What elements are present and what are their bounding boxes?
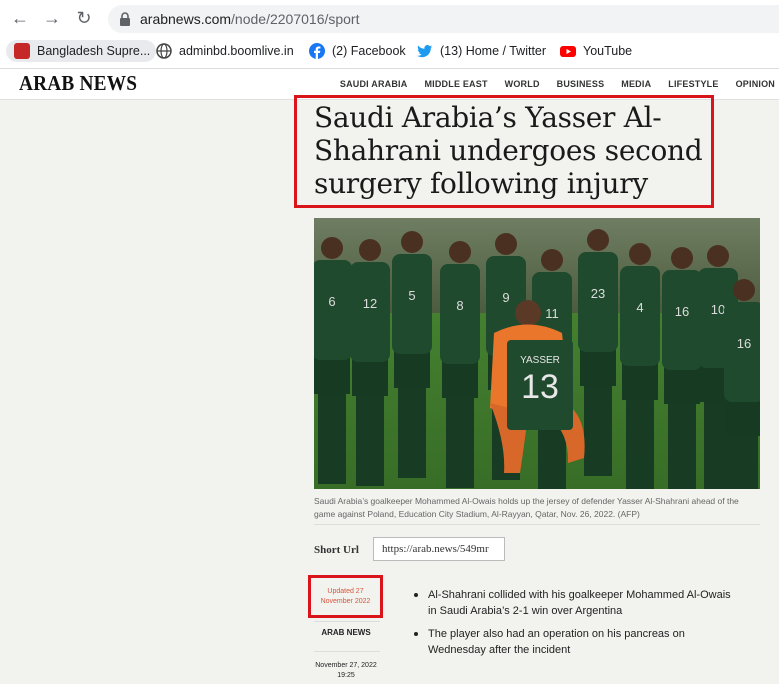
bookmark-label: (13) Home / Twitter	[440, 44, 547, 58]
player-number: 8	[456, 298, 463, 313]
bookmark-youtube[interactable]: YouTube	[560, 40, 632, 62]
back-arrow-icon[interactable]: ←	[10, 8, 30, 28]
player-figure: 4	[620, 243, 660, 489]
photo-caption: Saudi Arabia’s goalkeeper Mohammed Al-Ow…	[314, 496, 739, 519]
bookmark-twitter[interactable]: (13) Home / Twitter	[417, 40, 546, 62]
player-number: 10	[711, 302, 725, 317]
browser-toolbar: ← → ↻ arabnews.com/node/2207016/sport	[0, 0, 779, 36]
player-number: 23	[591, 286, 605, 301]
highlight-item: The player also had an operation on his …	[414, 626, 734, 658]
youtube-icon	[560, 46, 576, 57]
forward-arrow-icon[interactable]: →	[42, 8, 62, 28]
globe-icon	[156, 43, 172, 59]
article-source[interactable]: ARAB NEWS	[314, 628, 378, 637]
published-datetime: November 27, 2022 19:25	[311, 661, 381, 681]
main-nav: SAUDI ARABIA MIDDLE EAST WORLD BUSINESS …	[323, 79, 779, 89]
web-page: ARAB NEWS SAUDI ARABIA MIDDLE EAST WORLD…	[0, 69, 779, 684]
sidebar-divider	[314, 651, 380, 652]
player-number: 9	[502, 290, 509, 305]
url-domain: arabnews.com	[140, 11, 232, 27]
browser-chrome: ← → ↻ arabnews.com/node/2207016/sport Ba…	[0, 0, 779, 69]
sidebar-divider	[314, 621, 380, 622]
jersey-name-text: YASSER	[520, 355, 560, 366]
arab-news-logo[interactable]: ARAB NEWS	[19, 71, 137, 96]
bookmark-label: adminbd.boomlive.in	[179, 44, 294, 58]
nav-middle-east[interactable]: MIDDLE EAST	[424, 79, 487, 89]
bangladesh-supreme-court-favicon	[14, 43, 30, 59]
player-figure: 16	[662, 247, 702, 489]
bookmark-facebook[interactable]: (2) Facebook	[309, 40, 406, 62]
article-headline: Saudi Arabia’s Yasser Al-Shahrani underg…	[314, 101, 703, 200]
short-url-field[interactable]: https://arab.news/549mr	[373, 537, 505, 561]
facebook-icon	[309, 43, 325, 59]
short-url-label: Short Url	[314, 544, 359, 556]
article-photo[interactable]: 6 12 5 8 9 11 23 4 16 10 16 YASSER 13	[314, 218, 760, 489]
player-figure: 5	[392, 231, 432, 478]
lock-icon	[120, 12, 130, 26]
published-time: 19:25	[337, 672, 355, 679]
bookmark-bangladesh-supreme[interactable]: Bangladesh Supre...	[6, 40, 157, 62]
published-date: November 27, 2022	[315, 662, 377, 669]
player-number: 6	[328, 294, 335, 309]
nav-opinion[interactable]: OPINION	[736, 79, 775, 89]
url-path: /node/2207016/sport	[231, 11, 360, 27]
twitter-icon	[417, 45, 432, 58]
reload-icon[interactable]: ↻	[74, 8, 94, 28]
team-photo-illustration: 6 12 5 8 9 11 23 4 16 10 16 YASSER 13	[314, 218, 760, 489]
player-figure: 8	[440, 241, 480, 488]
player-number: 16	[737, 336, 751, 351]
bookmark-label: YouTube	[583, 44, 633, 58]
player-figure: 12	[350, 239, 390, 486]
address-bar[interactable]: arabnews.com/node/2207016/sport	[108, 5, 779, 33]
nav-business[interactable]: BUSINESS	[557, 79, 605, 89]
player-number: 4	[636, 300, 643, 315]
article-highlights: Al-Shahrani collided with his goalkeeper…	[414, 587, 734, 665]
player-number: 11	[545, 306, 559, 321]
player-number: 5	[408, 288, 415, 303]
url-text: arabnews.com/node/2207016/sport	[140, 11, 360, 27]
bookmark-label: (2) Facebook	[332, 44, 406, 58]
nav-media[interactable]: MEDIA	[621, 79, 651, 89]
highlight-item: Al-Shahrani collided with his goalkeeper…	[414, 587, 734, 619]
nav-lifestyle[interactable]: LIFESTYLE	[668, 79, 718, 89]
player-number: 12	[363, 296, 377, 311]
player-number: 16	[675, 304, 689, 319]
updated-date: Updated 27 November 2022	[320, 588, 371, 605]
bookmark-label: Bangladesh Supre...	[37, 44, 151, 58]
nav-saudi-arabia[interactable]: SAUDI ARABIA	[340, 79, 408, 89]
caption-divider	[314, 524, 760, 525]
jersey-number-text: 13	[521, 368, 559, 406]
bookmarks-bar: Bangladesh Supre... adminbd.boomlive.in …	[0, 38, 779, 64]
bookmark-adminbd[interactable]: adminbd.boomlive.in	[156, 40, 294, 62]
nav-world[interactable]: WORLD	[505, 79, 540, 89]
